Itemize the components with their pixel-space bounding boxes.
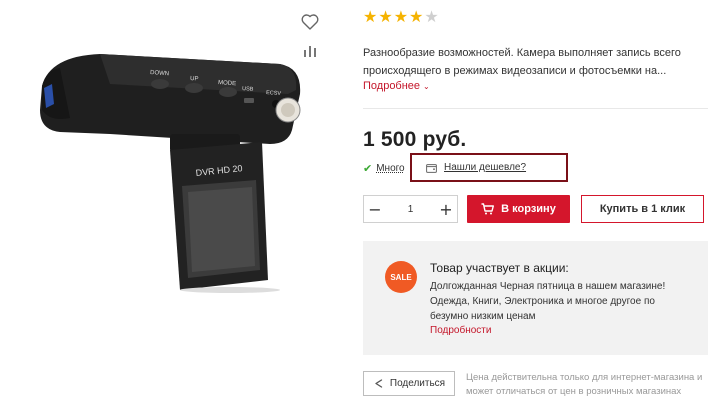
divider xyxy=(363,108,708,109)
stock-status: ✔ Много xyxy=(363,162,405,175)
sale-badge: SALE xyxy=(385,261,417,293)
check-icon: ✔ xyxy=(363,162,373,175)
camera-label-up: UP xyxy=(190,76,199,83)
add-to-cart-button[interactable]: В корзину xyxy=(467,195,570,223)
quantity-increase-button[interactable]: + xyxy=(435,196,457,222)
camera-label-usb: USB xyxy=(242,86,254,93)
star-filled-icon: ★ xyxy=(363,7,378,26)
stock-label: Много xyxy=(376,163,405,174)
wallet-icon xyxy=(426,163,437,173)
star-filled-icon: ★ xyxy=(409,7,424,26)
chevron-down-icon: ⌄ xyxy=(423,81,430,91)
share-label: Поделиться xyxy=(389,378,446,389)
star-filled-icon: ★ xyxy=(378,7,393,26)
cart-icon xyxy=(481,203,495,215)
found-cheaper-link[interactable]: Нашли дешевле? xyxy=(444,162,526,173)
star-filled-icon: ★ xyxy=(393,7,409,26)
share-icon xyxy=(375,379,383,388)
heart-icon[interactable] xyxy=(300,12,320,32)
rating-stars: ★ ★ ★ ★ ★ xyxy=(363,8,439,26)
product-info: ★ ★ ★ ★ ★ Разнообразие возможностей. Кам… xyxy=(363,0,708,417)
quantity-decrease-button[interactable]: − xyxy=(364,196,386,222)
share-button[interactable]: Поделиться xyxy=(363,371,455,396)
promo-text: Долгожданная Черная пятница в нашем мага… xyxy=(430,281,666,322)
product-page: DOWN UP MODE USB ECSV DVR HD 20 ★ ★ ★ ★ … xyxy=(0,0,712,417)
product-gallery: DOWN UP MODE USB ECSV DVR HD 20 xyxy=(0,0,340,417)
product-price: 1 500 руб. xyxy=(363,128,467,151)
product-description: Разнообразие возможностей. Камера выполн… xyxy=(363,47,681,77)
camera-label-ecsv: ECSV xyxy=(266,90,282,97)
quantity-stepper: − + xyxy=(363,195,458,223)
quantity-input[interactable] xyxy=(390,203,431,215)
add-to-cart-label: В корзину xyxy=(501,203,556,215)
found-cheaper-button[interactable]: Нашли дешевле? xyxy=(410,153,568,182)
promo-block: SALE Товар участвует в акции: Долгожданн… xyxy=(363,241,708,355)
camera-label-mode: MODE xyxy=(218,80,236,87)
promo-title: Товар участвует в акции: xyxy=(430,261,569,275)
price-disclaimer: Цена действительна только для интернет-м… xyxy=(466,372,703,397)
product-image-dashcam[interactable]: DOWN UP MODE USB ECSV DVR HD 20 xyxy=(30,38,320,298)
more-details-link[interactable]: Подробнее ⌄ xyxy=(363,80,430,92)
more-details-label: Подробнее xyxy=(363,80,421,92)
buy-one-click-button[interactable]: Купить в 1 клик xyxy=(581,195,704,223)
promo-details-link[interactable]: Подробности xyxy=(430,325,491,336)
star-empty-icon: ★ xyxy=(424,7,439,26)
